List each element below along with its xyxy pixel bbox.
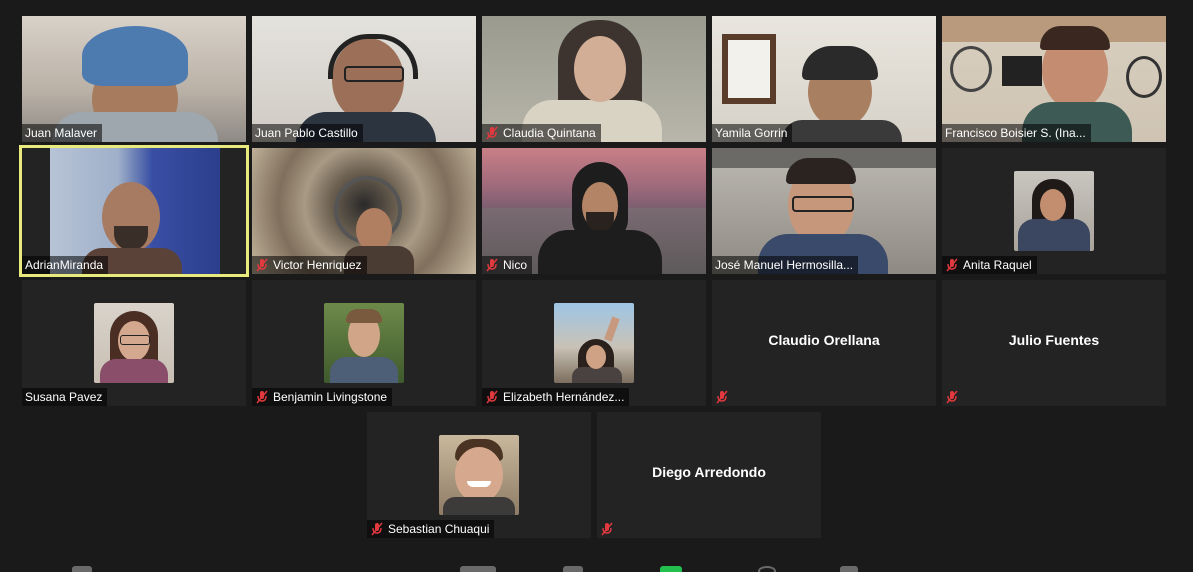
participant-name: Anita Raquel bbox=[963, 258, 1032, 272]
participant-tile[interactable]: Benjamin Livingstone bbox=[252, 280, 476, 406]
muted-mic-icon bbox=[946, 258, 958, 272]
participant-name: Juan Pablo Castillo bbox=[255, 126, 358, 140]
participant-name: Claudia Quintana bbox=[503, 126, 596, 140]
participant-avatar bbox=[94, 303, 174, 383]
participant-display-name: Diego Arredondo bbox=[652, 464, 766, 480]
participant-name: AdrianMiranda bbox=[25, 258, 104, 272]
muted-mic-icon bbox=[256, 390, 268, 404]
muted-mic-icon bbox=[486, 258, 498, 272]
participant-tile[interactable]: Anita Raquel bbox=[942, 148, 1166, 274]
participant-tile[interactable]: Nico bbox=[482, 148, 706, 274]
muted-mic-icon bbox=[256, 258, 268, 272]
muted-mic-icon bbox=[486, 390, 498, 404]
share-screen-icon[interactable] bbox=[660, 566, 682, 572]
meeting-toolbar bbox=[0, 558, 1193, 572]
participant-tile[interactable]: Susana Pavez bbox=[22, 280, 246, 406]
video-camera-icon[interactable] bbox=[72, 566, 92, 572]
muted-mic-icon bbox=[716, 390, 728, 404]
reactions-icon[interactable] bbox=[840, 566, 858, 572]
participant-tile-video-off[interactable]: Claudio Orellana bbox=[712, 280, 936, 406]
participant-tile[interactable]: Claudia Quintana bbox=[482, 16, 706, 142]
participant-name: Benjamin Livingstone bbox=[273, 390, 388, 404]
chat-icon[interactable] bbox=[563, 566, 583, 572]
participant-tile[interactable]: Francisco Boisier S. (Ina... bbox=[942, 16, 1166, 142]
participant-tile[interactable]: Victor Henriquez bbox=[252, 148, 476, 274]
participants-icon[interactable] bbox=[460, 566, 496, 572]
participant-name: Susana Pavez bbox=[25, 390, 103, 404]
participant-name: Elizabeth Hernández... bbox=[503, 390, 625, 404]
participant-avatar bbox=[1014, 171, 1094, 251]
participant-name: José Manuel Hermosilla... bbox=[715, 258, 854, 272]
participant-tile[interactable]: Yamila Gorrin bbox=[712, 16, 936, 142]
participant-avatar bbox=[324, 303, 404, 383]
participant-display-name: Claudio Orellana bbox=[768, 332, 880, 348]
participant-tile[interactable]: Sebastian Chuaqui bbox=[367, 412, 591, 538]
participant-tile-video-off[interactable]: Julio Fuentes bbox=[942, 280, 1166, 406]
participant-name: Nico bbox=[503, 258, 528, 272]
participant-tile-video-off[interactable]: Diego Arredondo bbox=[597, 412, 821, 538]
muted-mic-icon bbox=[486, 126, 498, 140]
participant-name: Juan Malaver bbox=[25, 126, 98, 140]
muted-mic-icon bbox=[601, 522, 613, 536]
participant-tile[interactable]: Elizabeth Hernández... bbox=[482, 280, 706, 406]
record-icon[interactable] bbox=[758, 566, 776, 572]
participant-tile[interactable]: José Manuel Hermosilla... bbox=[712, 148, 936, 274]
participant-name: Victor Henriquez bbox=[273, 258, 362, 272]
muted-mic-icon bbox=[371, 522, 383, 536]
participant-avatar bbox=[554, 303, 634, 383]
gallery-view: Juan Malaver Juan Pablo Castillo Claudia… bbox=[0, 0, 1193, 572]
participant-name: Sebastian Chuaqui bbox=[388, 522, 490, 536]
participant-tile-active-speaker[interactable]: AdrianMiranda bbox=[19, 145, 249, 277]
participant-display-name: Julio Fuentes bbox=[1008, 332, 1100, 348]
participant-name: Yamila Gorrin bbox=[715, 126, 788, 140]
participant-name: Francisco Boisier S. (Ina... bbox=[945, 126, 1086, 140]
participant-tile[interactable]: Juan Malaver bbox=[22, 16, 246, 142]
muted-mic-icon bbox=[946, 390, 958, 404]
participant-avatar bbox=[439, 435, 519, 515]
participant-tile[interactable]: Juan Pablo Castillo bbox=[252, 16, 476, 142]
